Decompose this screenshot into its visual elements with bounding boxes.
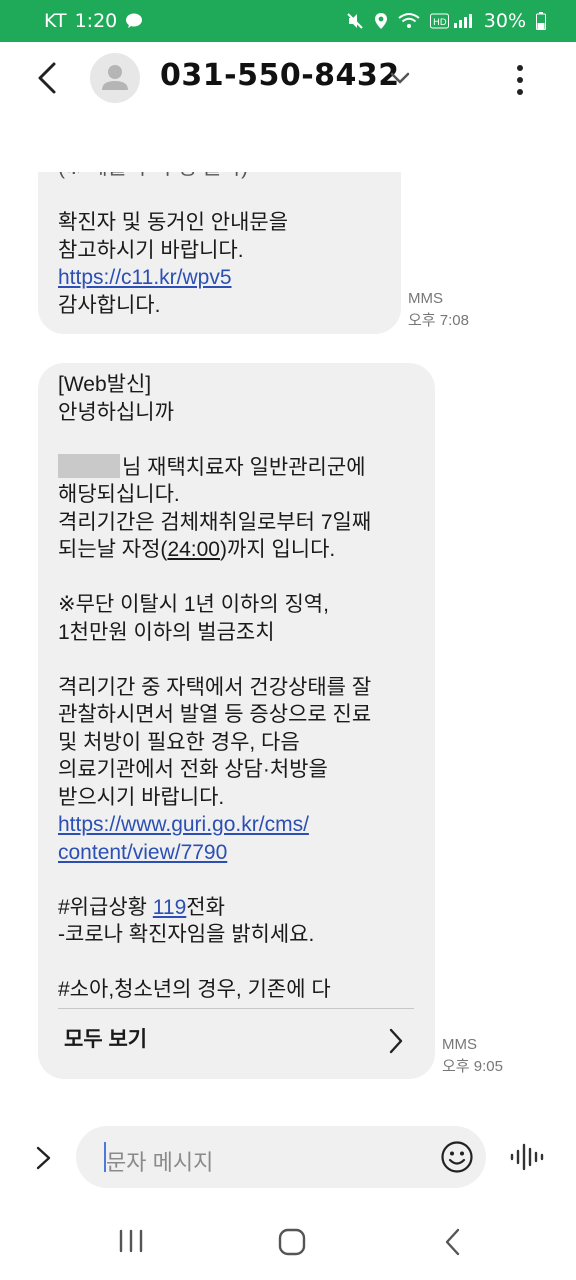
contact-number[interactable]: 031-550-8432 xyxy=(160,58,400,93)
location-icon xyxy=(374,13,387,29)
message-line: ※무단 이탈시 1년 이하의 징역, xyxy=(58,593,329,616)
view-all-button[interactable]: 모두 보기 xyxy=(64,1026,147,1054)
message-line: [Web발신] xyxy=(58,373,152,396)
voice-input-icon[interactable] xyxy=(509,1142,545,1172)
message-line: 되는날 자정(24:00)까지 입니다. xyxy=(58,538,336,561)
battery-icon xyxy=(536,12,546,30)
talk-notification-icon xyxy=(126,13,143,28)
mute-icon xyxy=(347,13,363,29)
wifi-icon xyxy=(398,13,420,28)
recent-apps-icon[interactable] xyxy=(117,1229,145,1253)
message-line xyxy=(58,646,435,674)
svg-text:HD: HD xyxy=(433,18,447,28)
message-line: 안녕하십니까 xyxy=(58,400,174,424)
message-placeholder: 문자 메시지 xyxy=(106,1150,214,1175)
message-line xyxy=(58,426,435,454)
message-line xyxy=(58,564,435,592)
message-line: -코로나 확진자임을 밝히세요. xyxy=(58,923,315,946)
emoji-icon[interactable] xyxy=(440,1140,474,1174)
contact-avatar-icon[interactable] xyxy=(90,53,140,103)
message-line xyxy=(58,866,435,894)
back-arrow-icon[interactable] xyxy=(32,56,66,100)
expand-icon[interactable] xyxy=(34,1144,54,1172)
chevron-right-icon[interactable] xyxy=(388,1027,404,1055)
message-line: 해당되십니다. xyxy=(58,483,180,506)
message-time: 오후 7:08 xyxy=(408,312,469,329)
message-line: 및 처방이 필요한 경우, 다음 xyxy=(58,730,300,754)
message-line: (※ 제출 후 수정 불가) xyxy=(58,172,401,182)
home-icon[interactable] xyxy=(278,1228,306,1256)
carrier-label: KT xyxy=(44,10,67,32)
message-line: #위급상황 119전화 xyxy=(58,895,225,919)
message-line: 격리기간 중 자택에서 건강상태를 잘 xyxy=(58,675,372,699)
message-link[interactable]: https://c11.kr/wpv5 xyxy=(58,264,401,292)
message-text: 님 재택치료자 일반관리군에 xyxy=(122,455,366,479)
message-line xyxy=(58,949,435,977)
message-line: 격리기간은 검체채취일로부터 7일째 xyxy=(58,510,372,534)
bubble-divider xyxy=(58,1008,414,1009)
message-time: 오후 9:05 xyxy=(442,1058,503,1075)
battery-level: 30% xyxy=(483,10,526,32)
redacted-name xyxy=(58,453,120,478)
status-bar: KT 1:20 HD 30% xyxy=(0,0,576,42)
status-right: HD 30% xyxy=(346,10,546,32)
status-left: KT 1:20 xyxy=(44,10,143,32)
message-type: MMS xyxy=(408,290,443,307)
message-meta: MMS 오후 7:08 xyxy=(408,288,469,332)
navigation-bar xyxy=(0,1205,576,1280)
message-line: 님 재택치료자 일반관리군에 xyxy=(58,453,435,482)
nav-back-icon[interactable] xyxy=(442,1227,462,1257)
message-type: MMS xyxy=(442,1036,477,1053)
message-bubble[interactable]: [Web발신] 안녕하십니까 님 재택치료자 일반관리군에 해당되십니다. 격리… xyxy=(38,363,435,1079)
more-options-icon[interactable] xyxy=(508,60,532,100)
message-link[interactable]: content/view/7790 xyxy=(58,839,435,867)
message-link[interactable]: https://www.guri.go.kr/cms/ xyxy=(58,811,435,839)
message-line: 의료기관에서 전화 상담·처방을 xyxy=(58,758,328,781)
message-input[interactable]: 문자 메시지 xyxy=(76,1126,486,1188)
compose-bar: 문자 메시지 xyxy=(0,1110,576,1205)
message-meta: MMS 오후 9:05 xyxy=(442,1034,503,1078)
phone-link[interactable]: 119 xyxy=(153,896,186,919)
message-list[interactable]: (※ 제출 후 수정 불가) 확진자 및 동거인 안내문을 참고하시기 바랍니다… xyxy=(0,172,576,1102)
chevron-down-icon[interactable] xyxy=(388,68,412,88)
message-line: 감사합니다. xyxy=(58,293,161,317)
time-highlight[interactable]: 24:00 xyxy=(167,538,220,561)
message-line: 참고하시기 바랍니다. xyxy=(58,238,244,262)
message-line: 확진자 및 동거인 안내문을 xyxy=(58,211,289,234)
message-line: 1천만원 이하의 벌금조치 xyxy=(58,620,275,644)
message-bubble[interactable]: (※ 제출 후 수정 불가) 확진자 및 동거인 안내문을 참고하시기 바랍니다… xyxy=(38,172,401,334)
message-line: #소아,청소년의 경우, 기존에 다 xyxy=(58,978,331,1001)
message-line xyxy=(58,182,401,210)
hd-signal-icon: HD xyxy=(429,13,472,29)
message-line: 받으시기 바랍니다. xyxy=(58,785,225,809)
message-line: 관찰하시면서 발열 등 증상으로 진료 xyxy=(58,703,372,726)
clock: 1:20 xyxy=(74,10,118,32)
